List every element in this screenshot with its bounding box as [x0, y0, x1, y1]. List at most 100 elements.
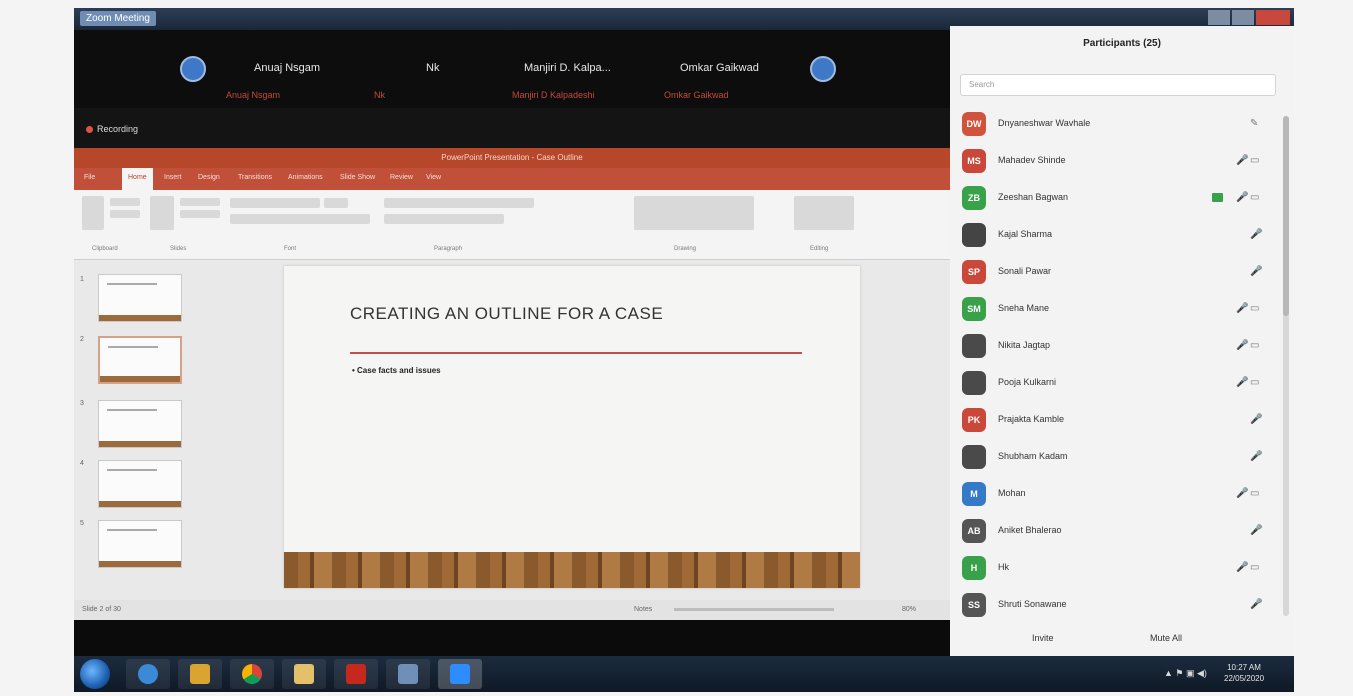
tab-design[interactable]: Design: [198, 174, 220, 181]
microphone-icon[interactable]: 🎤: [1250, 599, 1262, 610]
camera-icon[interactable]: ▭: [1250, 377, 1259, 388]
tab-transitions[interactable]: Transitions: [238, 174, 272, 181]
zoom-app-icon[interactable]: [438, 659, 482, 689]
tab-insert[interactable]: Insert: [164, 174, 182, 181]
edit-icon[interactable]: ✎: [1250, 118, 1258, 129]
copy-button[interactable]: [110, 210, 140, 218]
panel-scrollbar[interactable]: [1283, 116, 1289, 616]
participant-avatar: M: [962, 482, 986, 506]
font-size-select[interactable]: [324, 198, 348, 208]
camera-icon[interactable]: ▭: [1250, 340, 1259, 351]
recording-indicator[interactable]: Recording: [86, 124, 138, 134]
slide-thumbnail[interactable]: [98, 520, 182, 568]
microphone-icon[interactable]: 🎤: [1236, 377, 1248, 388]
participant-row[interactable]: Pooja Kulkarni 🎤 ▭: [950, 369, 1294, 401]
participant-row[interactable]: Shubham Kadam 🎤: [950, 443, 1294, 475]
microphone-icon[interactable]: 🎤: [1250, 414, 1262, 425]
video-tile[interactable]: Nk Nk: [374, 44, 494, 104]
font-format-buttons[interactable]: [230, 214, 370, 224]
microphone-icon[interactable]: 🎤: [1250, 451, 1262, 462]
microphone-icon[interactable]: 🎤: [1236, 155, 1248, 166]
participant-row[interactable]: DW Dnyaneshwar Wavhale ✎: [950, 110, 1294, 142]
participant-row[interactable]: MS Mahadev Shinde 🎤 ▭: [950, 147, 1294, 179]
minimize-button[interactable]: [1208, 10, 1230, 25]
tab-view[interactable]: View: [426, 174, 441, 181]
tab-file[interactable]: File: [84, 174, 95, 181]
participant-row[interactable]: ZB Zeeshan Bagwan 🎤 ▭: [950, 184, 1294, 216]
slide-thumbnail[interactable]: [98, 336, 182, 384]
participant-avatar: [962, 371, 986, 395]
acrobat-icon[interactable]: [334, 659, 378, 689]
camera-icon[interactable]: ▭: [1250, 562, 1259, 573]
taskbar-clock[interactable]: 10:27 AM 22/05/2020: [1224, 662, 1264, 684]
system-tray[interactable]: ▲ ⚑ ▣ ◀): [1164, 668, 1207, 679]
slide-thumbnail[interactable]: [98, 274, 182, 322]
invite-button[interactable]: Invite: [1024, 630, 1062, 648]
camera-icon[interactable]: ▭: [1250, 192, 1259, 203]
folder-icon[interactable]: [282, 659, 326, 689]
ppt-title-bar: PowerPoint Presentation - Case Outline: [74, 148, 950, 168]
participant-row[interactable]: M Mohan 🎤 ▭: [950, 480, 1294, 512]
microphone-icon[interactable]: 🎤: [1250, 229, 1262, 240]
participant-avatar: SS: [962, 593, 986, 617]
participant-row[interactable]: PK Prajakta Kamble 🎤: [950, 406, 1294, 438]
video-tile[interactable]: Omkar Gaikwad Omkar Gaikwad: [664, 44, 844, 104]
layout-button[interactable]: [180, 198, 220, 206]
microphone-icon[interactable]: 🎤: [1236, 303, 1248, 314]
group-label: Clipboard: [92, 246, 118, 252]
video-tile[interactable]: Anuaj Nsgam Anuaj Nsgam: [174, 44, 354, 104]
mute-all-button[interactable]: Mute All: [1142, 630, 1190, 648]
microphone-icon[interactable]: 🎤: [1236, 340, 1248, 351]
participant-row[interactable]: AB Aniket Bhalerao 🎤: [950, 517, 1294, 549]
alignment-buttons[interactable]: [384, 214, 504, 224]
video-tile[interactable]: Manjiri D. Kalpa... Manjiri D Kalpadeshi: [504, 44, 674, 104]
zoom-slider[interactable]: [674, 608, 834, 611]
tile-name: Omkar Gaikwad: [680, 62, 759, 74]
font-family-select[interactable]: [230, 198, 320, 208]
slide-thumbnail[interactable]: [98, 400, 182, 448]
participant-row[interactable]: SM Sneha Mane 🎤 ▭: [950, 295, 1294, 327]
paste-button[interactable]: [82, 196, 104, 230]
camera-icon[interactable]: ▭: [1250, 488, 1259, 499]
microphone-icon[interactable]: 🎤: [1236, 562, 1248, 573]
microphone-icon[interactable]: 🎤: [1236, 488, 1248, 499]
camera-icon[interactable]: ▭: [1250, 155, 1259, 166]
participant-row[interactable]: Nikita Jagtap 🎤 ▭: [950, 332, 1294, 364]
paragraph-buttons[interactable]: [384, 198, 534, 208]
notes-button[interactable]: Notes: [634, 606, 652, 613]
tab-slide-show[interactable]: Slide Show: [340, 174, 375, 181]
camera-icon[interactable]: ▭: [1250, 303, 1259, 314]
tab-review[interactable]: Review: [390, 174, 413, 181]
reset-button[interactable]: [180, 210, 220, 218]
participant-avatar: AB: [962, 519, 986, 543]
media-icon[interactable]: [386, 659, 430, 689]
drawing-shapes[interactable]: [634, 196, 754, 230]
new-slide-button[interactable]: [150, 196, 174, 230]
chrome-icon[interactable]: [230, 659, 274, 689]
participant-row[interactable]: H Hk 🎤 ▭: [950, 554, 1294, 586]
microphone-icon[interactable]: 🎤: [1236, 192, 1248, 203]
thumb-number: 2: [80, 336, 84, 343]
participant-avatar: MS: [962, 149, 986, 173]
zoom-level[interactable]: 80%: [902, 606, 916, 613]
tab-animations[interactable]: Animations: [288, 174, 323, 181]
participant-name: Shubham Kadam: [998, 451, 1068, 461]
participant-row[interactable]: Kajal Sharma 🎤: [950, 221, 1294, 253]
editing-buttons[interactable]: [794, 196, 854, 230]
microphone-icon[interactable]: 🎤: [1250, 525, 1262, 536]
windows-start-icon[interactable]: [80, 659, 110, 689]
participant-search-input[interactable]: Search: [960, 74, 1276, 96]
thumb-number: 1: [80, 276, 84, 283]
tab-home[interactable]: Home: [122, 168, 153, 190]
thumb-number: 5: [80, 520, 84, 527]
slide-canvas[interactable]: CREATING AN OUTLINE FOR A CASE • Case fa…: [284, 266, 860, 588]
file-explorer-icon[interactable]: [178, 659, 222, 689]
cut-button[interactable]: [110, 198, 140, 206]
participant-row[interactable]: SP Sonali Pawar 🎤: [950, 258, 1294, 290]
participant-row[interactable]: SS Shruti Sonawane 🎤: [950, 591, 1294, 623]
slide-thumbnail[interactable]: [98, 460, 182, 508]
microphone-icon[interactable]: 🎤: [1250, 266, 1262, 277]
close-button[interactable]: [1256, 10, 1290, 25]
maximize-button[interactable]: [1232, 10, 1254, 25]
internet-explorer-icon[interactable]: [126, 659, 170, 689]
